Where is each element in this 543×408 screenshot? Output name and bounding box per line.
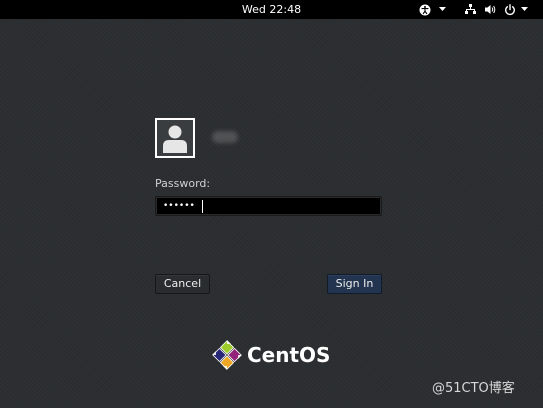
text-cursor [202,200,203,213]
centos-wordmark: CentOS [247,343,331,367]
user-name-blurred [212,131,238,143]
password-field[interactable]: •••••• [155,196,382,216]
watermark: @51CTO博客 [432,381,515,396]
volume-icon[interactable] [485,2,497,17]
password-label: Password: [155,177,211,190]
chevron-down-icon[interactable] [521,2,528,17]
cancel-button[interactable]: Cancel [155,274,210,294]
network-icon[interactable] [465,2,476,17]
chevron-down-icon[interactable] [439,2,446,17]
user-avatar-icon[interactable] [155,118,195,158]
centos-logo-icon [211,339,243,371]
sign-in-button[interactable]: Sign In [327,274,382,294]
clock[interactable]: Wed 22:48 [0,2,543,17]
top-bar: Wed 22:48 [0,0,543,19]
password-mask: •••••• [163,201,195,211]
power-icon[interactable] [504,2,516,17]
accessibility-icon[interactable] [419,2,431,17]
